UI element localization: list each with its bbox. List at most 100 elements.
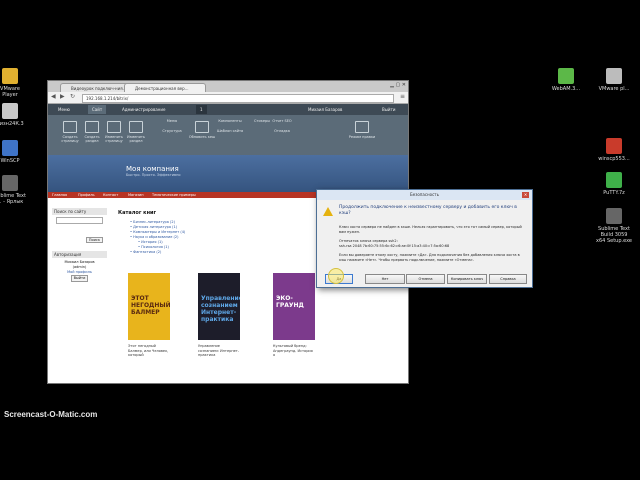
toolbar-icon <box>85 121 99 133</box>
app-icon <box>2 175 18 191</box>
desktop-icon-label: Бизн24К.3 <box>0 121 24 127</box>
search-button[interactable]: Поиск <box>85 237 103 243</box>
toolbar-item[interactable]: Обновить кеш <box>188 121 216 139</box>
help-button[interactable]: Справка <box>489 274 527 284</box>
catalog: Каталог книг • Бизнес-литература (2) • Де… <box>118 210 318 255</box>
toolbar-label: Режим правки <box>348 135 376 139</box>
dialog-text-2: Отпечаток ключа сервера ssh2: <box>339 239 398 243</box>
toolbar-icon <box>107 121 121 133</box>
book-cover[interactable]: Управление сознанием Интернет-практика <box>198 273 240 340</box>
menu-icon[interactable]: ≡ <box>400 93 405 100</box>
toolbar-item[interactable]: Отчет SEO <box>268 119 296 123</box>
desktop-icon-label: Sublime Text Build 3059 x64 Setup.exe <box>596 226 632 244</box>
window-controls[interactable]: ▁ ▢ ✕ <box>390 82 406 88</box>
toolbar-item[interactable]: Меню <box>158 119 186 123</box>
toolbar-icon <box>195 121 209 133</box>
catalog-title: Каталог книг <box>118 210 157 216</box>
close-icon[interactable]: ✕ <box>522 192 529 198</box>
toolbar-label: Обновить кеш <box>188 135 216 139</box>
search-input[interactable] <box>56 217 103 224</box>
reload-icon[interactable]: ↻ <box>70 93 75 100</box>
desktop-icon-left-0[interactable]: VMware Player <box>0 68 28 98</box>
toolbar-label: Структура <box>162 129 182 133</box>
book-cover-title: ЭКО-ГРАУНД <box>276 295 304 309</box>
desktop-icon-label: WinSCP <box>0 158 20 164</box>
app-icon <box>2 103 18 119</box>
desktop-icon-left-3[interactable]: Sublime Text ... - Ярлык <box>0 175 28 205</box>
book-caption[interactable]: Управление сознанием: Интернет-практика <box>198 344 240 358</box>
toolbar-item[interactable]: Компоненты <box>216 119 244 123</box>
book-caption[interactable]: Культовый бренд: Андеграунд. История о <box>273 344 315 358</box>
auth-title: Авторизация <box>52 251 107 258</box>
app-icon <box>2 68 18 84</box>
desktop-icon-right-4[interactable]: Sublime Text Build 3059 x64 Setup.exe <box>596 208 632 244</box>
taskbar-area <box>0 446 640 480</box>
menu-button[interactable]: Меню <box>54 105 74 114</box>
url-input[interactable]: 192.168.1.214/bitrix/ <box>82 94 394 103</box>
dialog-text-1: Ключ хоста сервера не найден в кэше. Нел… <box>339 225 522 234</box>
cursor-highlight <box>328 268 344 284</box>
cancel-button[interactable]: Отмена <box>406 274 445 284</box>
toolbar-item[interactable]: Изменить раздел <box>122 121 150 143</box>
toolbar-label: Изменить раздел <box>127 135 145 143</box>
toolbar-label: Меню <box>166 119 178 123</box>
desktop-icon-label: VMware Player <box>0 86 20 98</box>
back-icon[interactable]: ◀ <box>51 93 56 100</box>
book-cover[interactable]: ЭКО-ГРАУНД <box>273 273 315 340</box>
app-icon <box>606 208 622 224</box>
warning-icon <box>323 207 333 216</box>
desktop-icon-right-0[interactable]: WebAM.3... <box>548 68 584 92</box>
logout-button[interactable]: Выйти <box>70 275 89 282</box>
desktop-icon-left-1[interactable]: Бизн24К.3 <box>0 103 28 127</box>
logout-link[interactable]: Выйти <box>378 105 399 114</box>
toolbar-item[interactable]: Шаблон сайта <box>216 129 244 133</box>
app-icon <box>558 68 574 84</box>
user-name[interactable]: Михаил Базаров <box>304 105 346 114</box>
toolbar-label: Отладка <box>274 129 290 133</box>
book-cover-title: Управление сознанием Интернет-практика <box>201 295 240 323</box>
app-icon <box>606 138 622 154</box>
desktop-icon-right-3[interactable]: PuTTY.7z <box>596 172 632 196</box>
dialog-text-3: Если вы доверяете этому хосту, нажмите «… <box>339 253 520 262</box>
dialog-question: Продолжить подключение к неизвестному се… <box>339 205 517 216</box>
edit-toolbar: Создать страницу Создать раздел Изменить с… <box>48 115 408 155</box>
notifications-badge[interactable]: 1 <box>196 105 207 114</box>
dialog-title: Безопасность ✕ <box>317 190 532 200</box>
book-caption[interactable]: Этот негодный Балмер, или Человек, котор… <box>128 344 170 358</box>
toolbar-icon <box>129 121 143 133</box>
app-icon <box>606 68 622 84</box>
catalog-link[interactable]: • Фантастика (2) <box>118 250 318 255</box>
toolbar-item[interactable]: Режим правки <box>348 121 376 139</box>
copy-key-button[interactable]: Копировать ключ <box>447 274 487 284</box>
admin-bar: Меню Сайт Администрирование 1 Михаил Баз… <box>48 104 408 115</box>
book-card[interactable]: ЭТОТ НЕГОДНЫЙ БАЛМЕР Этот негодный Балмер… <box>128 273 170 358</box>
admin-tab[interactable]: Администрирование <box>118 105 169 114</box>
desktop-icon-right-2[interactable]: winscp553... <box>596 138 632 162</box>
desktop-icon-label: PuTTY.7z <box>603 190 625 196</box>
security-dialog: Безопасность ✕ Продолжить подключение к … <box>316 189 533 288</box>
toolbar-label: Шаблон сайта <box>216 129 244 133</box>
toolbar-icon <box>355 121 369 133</box>
toolbar-icon <box>63 121 77 133</box>
desktop-icon-right-1[interactable]: VMware pl... <box>596 68 632 92</box>
app-icon <box>606 172 622 188</box>
address-bar: ◀ ▶ ↻ 192.168.1.214/bitrix/ ≡ <box>48 92 408 104</box>
book-card[interactable]: ЭКО-ГРАУНД Культовый бренд: Андеграунд. И… <box>273 273 315 358</box>
screencast-watermark: Screencast-O-Matic.com <box>4 410 98 419</box>
toolbar-label: Компоненты <box>218 119 242 123</box>
toolbar-item[interactable]: Отладка <box>268 129 296 133</box>
book-cover[interactable]: ЭТОТ НЕГОДНЫЙ БАЛМЕР <box>128 273 170 340</box>
fingerprint: ssh-rsa 2048 7b:60:75:55:6c:62:c6:ae:0f:… <box>339 244 450 248</box>
search-title: Поиск по сайту <box>52 208 107 215</box>
site-tab[interactable]: Сайт <box>88 105 107 114</box>
desktop-icon-left-2[interactable]: WinSCP <box>0 140 28 164</box>
no-button[interactable]: Нет <box>365 274 405 284</box>
book-cover-title: ЭТОТ НЕГОДНЫЙ БАЛМЕР <box>131 295 170 316</box>
app-icon <box>2 140 18 156</box>
forward-icon[interactable]: ▶ <box>60 93 65 100</box>
book-card[interactable]: Управление сознанием Интернет-практика Уп… <box>198 273 240 358</box>
desktop-icon-label: winscp553... <box>598 156 630 162</box>
desktop-icon-label: VMware pl... <box>598 86 630 92</box>
toolbar-item[interactable]: Структура <box>158 129 186 133</box>
desktop-icon-label: WebAM.3... <box>551 86 581 92</box>
